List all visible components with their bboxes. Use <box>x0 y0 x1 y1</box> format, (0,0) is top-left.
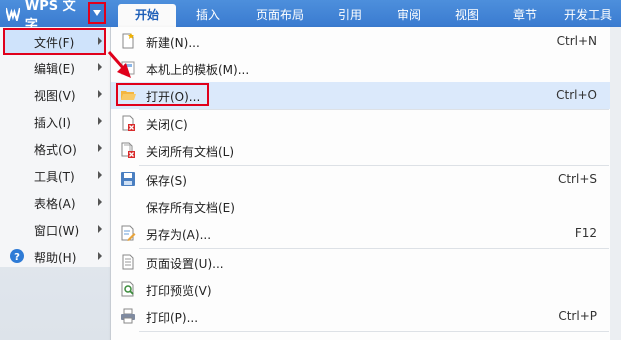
menu-item-label: 工具(T) <box>34 170 75 184</box>
tab-view[interactable]: 视图 <box>438 4 496 27</box>
shortcut-label: Ctrl+P <box>558 309 597 323</box>
chevron-right-icon <box>98 90 102 98</box>
print-icon <box>121 308 135 324</box>
ribbon-tabs: 开始 插入 页面布局 引用 审阅 视图 章节 开发工具 <box>118 4 621 27</box>
chevron-right-icon <box>98 171 102 179</box>
menu-item-print[interactable]: 打印(P)... Ctrl+P <box>111 303 611 330</box>
chevron-right-icon <box>98 144 102 152</box>
print-preview-icon <box>121 281 134 297</box>
menu-item-edit[interactable]: 编辑(E) <box>0 54 110 81</box>
chevron-right-icon <box>98 252 102 260</box>
menu-item-save-as[interactable]: 另存为(A)... F12 <box>111 220 611 247</box>
file-submenu: 新建(N)... Ctrl+N 本机上的模板(M)... 打开(O)... Ct… <box>110 27 611 340</box>
chevron-right-icon <box>98 198 102 206</box>
app-main-menu: 文件(F) 编辑(E) 视图(V) 插入(I) 格式(O) 工具(T) 表格(A… <box>0 27 111 267</box>
menu-item-label: 另存为(A)... <box>146 228 212 242</box>
menu-item-table[interactable]: 表格(A) <box>0 189 110 216</box>
menu-item-close-all[interactable]: 关闭所有文档(L) <box>111 137 611 164</box>
title-bar: WPS 文字 开始 插入 页面布局 引用 审阅 视图 章节 开发工具 <box>0 0 621 33</box>
chevron-right-icon <box>98 117 102 125</box>
new-doc-icon <box>122 33 134 49</box>
menu-item-file[interactable]: 文件(F) <box>3 28 106 55</box>
save-as-icon <box>121 225 136 241</box>
menu-item-label: 打印预览(V) <box>146 284 212 298</box>
menu-item-label: 本机上的模板(M)... <box>146 63 250 77</box>
chevron-right-icon <box>98 63 102 71</box>
menu-item-label: 保存所有文档(E) <box>146 201 235 215</box>
menu-item-label: 关闭所有文档(L) <box>146 145 235 159</box>
menu-item-view[interactable]: 视图(V) <box>0 81 110 108</box>
menu-item-label: 打印(P)... <box>146 311 199 325</box>
menu-item-label: 插入(I) <box>34 116 71 130</box>
menu-item-label: 格式(O) <box>34 143 77 157</box>
shortcut-label: Ctrl+N <box>556 34 597 48</box>
open-highlight-box <box>116 83 209 106</box>
shortcut-label: F12 <box>574 226 597 240</box>
shortcut-label: Ctrl+S <box>557 172 597 186</box>
menu-separator <box>139 331 609 332</box>
menu-item-label: 视图(V) <box>34 89 76 103</box>
app-menu-dropdown-button[interactable] <box>88 2 106 24</box>
vertical-scrollbar[interactable] <box>610 27 621 340</box>
menu-item-label: 保存(S) <box>146 174 187 188</box>
menu-item-save[interactable]: 保存(S) Ctrl+S <box>111 166 611 193</box>
save-icon <box>121 172 135 186</box>
tab-home[interactable]: 开始 <box>118 4 176 27</box>
menu-item-label: 表格(A) <box>34 197 76 211</box>
menu-item-help[interactable]: ? 帮助(H) <box>0 243 110 270</box>
menu-item-insert[interactable]: 插入(I) <box>0 108 110 135</box>
menu-item-label: 帮助(H) <box>34 251 77 265</box>
chevron-right-icon <box>98 225 102 233</box>
page-setup-icon <box>122 254 134 270</box>
close-doc-icon <box>122 115 135 131</box>
wps-logo-icon <box>6 7 20 21</box>
menu-item-label: 关闭(C) <box>146 118 188 132</box>
menu-item-tools[interactable]: 工具(T) <box>0 162 110 189</box>
menu-item-new[interactable]: 新建(N)... Ctrl+N <box>111 28 611 55</box>
menu-item-label: 窗口(W) <box>34 224 80 238</box>
tab-references[interactable]: 引用 <box>320 4 380 27</box>
close-all-icon <box>121 142 135 158</box>
menu-item-format[interactable]: 格式(O) <box>0 135 110 162</box>
menu-item-label: 文件(F) <box>34 36 75 50</box>
tab-review[interactable]: 审阅 <box>380 4 438 27</box>
red-arrow-annotation-icon <box>107 51 131 78</box>
chevron-down-icon <box>93 10 101 16</box>
chevron-right-icon <box>98 37 102 45</box>
tab-insert[interactable]: 插入 <box>176 4 240 27</box>
menu-item-window[interactable]: 窗口(W) <box>0 216 110 243</box>
menu-item-label: 新建(N)... <box>146 36 200 50</box>
tab-developer[interactable]: 开发工具 <box>554 4 621 27</box>
menu-item-save-all[interactable]: 保存所有文档(E) <box>111 193 611 220</box>
menu-item-label: 编辑(E) <box>34 62 75 76</box>
menu-item-label: 页面设置(U)... <box>146 257 224 271</box>
menu-item-local-templates[interactable]: 本机上的模板(M)... <box>111 55 611 82</box>
menu-item-page-setup[interactable]: 页面设置(U)... <box>111 249 611 276</box>
help-icon: ? <box>10 249 24 263</box>
svg-text:?: ? <box>14 252 20 263</box>
tab-chapter[interactable]: 章节 <box>496 4 554 27</box>
tab-page-layout[interactable]: 页面布局 <box>240 4 320 27</box>
wps-app-button[interactable]: WPS 文字 <box>0 0 88 33</box>
menu-item-close[interactable]: 关闭(C) <box>111 110 611 137</box>
menu-item-print-preview[interactable]: 打印预览(V) <box>111 276 611 303</box>
shortcut-label: Ctrl+O <box>556 88 597 102</box>
